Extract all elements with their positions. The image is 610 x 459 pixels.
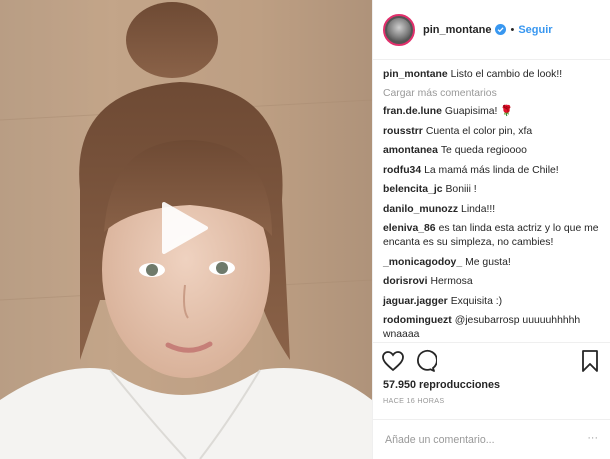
comment-username[interactable]: amontanea [383, 145, 438, 156]
header-username[interactable]: pin_montane [423, 24, 491, 36]
comment-username[interactable]: eleniva_86 [383, 223, 436, 234]
comment-text: Cuenta el color pin, xfa [425, 125, 533, 137]
comment-item: jaguar.jagger Exquisita :) [383, 295, 600, 309]
comment-item: rousstrr Cuenta el color pin, xfa [383, 125, 600, 139]
comment-item: dorisrovi Hermosa [383, 275, 600, 289]
bookmark-icon[interactable] [580, 349, 600, 373]
add-comment-bar: Añade un comentario... ··· [373, 419, 610, 459]
comment-container: fran.de.lune Guapisima! 🌹 rousstrr Cuenta e… [383, 105, 600, 342]
comment-text: Linda!!! [461, 203, 496, 215]
comment-username[interactable]: rodominguezt [383, 315, 452, 326]
comment-item: rodominguezt @jesubarrosp uuuuuhhhhh wnaa… [383, 314, 600, 342]
comment-item: fran.de.lune Guapisima! 🌹 [383, 105, 600, 119]
avatar[interactable] [383, 13, 415, 46]
follow-button[interactable]: Seguir [518, 24, 552, 36]
comment-item: belencita_jc Boniii ! [383, 183, 600, 197]
comment-username[interactable]: danilo_munozz [383, 204, 458, 215]
timestamp: HACE 16 HORAS [383, 396, 445, 405]
action-bar [373, 342, 610, 378]
caption-text: Listo el cambio de look!! [450, 69, 563, 80]
comment-text: Exquisita :) [450, 295, 503, 307]
view-count[interactable]: 57.950 reproducciones [373, 378, 610, 392]
comment-username[interactable]: belencita_jc [383, 184, 443, 195]
more-options-button[interactable]: ··· [587, 432, 598, 444]
comment-item: _monicagodoy_ Me gusta! [383, 256, 600, 270]
caption-username[interactable]: pin_montane [383, 69, 448, 80]
comment-username[interactable]: rodfu34 [383, 165, 421, 176]
caption: pin_montane Listo el cambio de look!! [383, 68, 600, 82]
play-icon[interactable] [158, 200, 210, 256]
comment-text: Boniii ! [445, 184, 477, 195]
comment-text: Me gusta! [465, 256, 511, 268]
comment-username[interactable]: fran.de.lune [383, 106, 442, 117]
comment-item: eleniva_86 es tan linda esta actriz y lo … [383, 222, 600, 250]
comment-item: rodfu34 La mamá más linda de Chile! [383, 164, 600, 178]
comment-username[interactable]: rousstrr [383, 126, 423, 137]
comments-list: pin_montane Listo el cambio de look!! Car… [373, 60, 610, 342]
comment-icon[interactable] [413, 349, 437, 373]
add-comment-input[interactable]: Añade un comentario... [385, 434, 495, 446]
comment-username[interactable]: _monicagodoy_ [383, 257, 462, 268]
comment-text: Te queda regioooo [440, 145, 527, 156]
comment-text: Hermosa [430, 276, 473, 287]
comment-text: Guapisima! 🌹 [444, 106, 514, 117]
instagram-post: pin_montane • Seguir pin_montane Listo el… [0, 0, 610, 459]
comment-username[interactable]: jaguar.jagger [383, 296, 448, 307]
comment-text: La mamá más linda de Chile! [424, 164, 559, 176]
heart-icon[interactable] [381, 349, 405, 373]
post-sidebar: pin_montane • Seguir pin_montane Listo el… [372, 0, 610, 459]
verified-badge-icon [495, 24, 507, 35]
comment-item: danilo_munozz Linda!!! [383, 203, 600, 217]
separator-dot: • [510, 23, 515, 36]
comment-item: amontanea Te queda regioooo [383, 144, 600, 158]
comment-username[interactable]: dorisrovi [383, 276, 427, 287]
post-header: pin_montane • Seguir [373, 0, 610, 60]
video-media[interactable] [0, 0, 372, 459]
load-more-comments-button[interactable]: Cargar más comentarios [383, 88, 600, 99]
